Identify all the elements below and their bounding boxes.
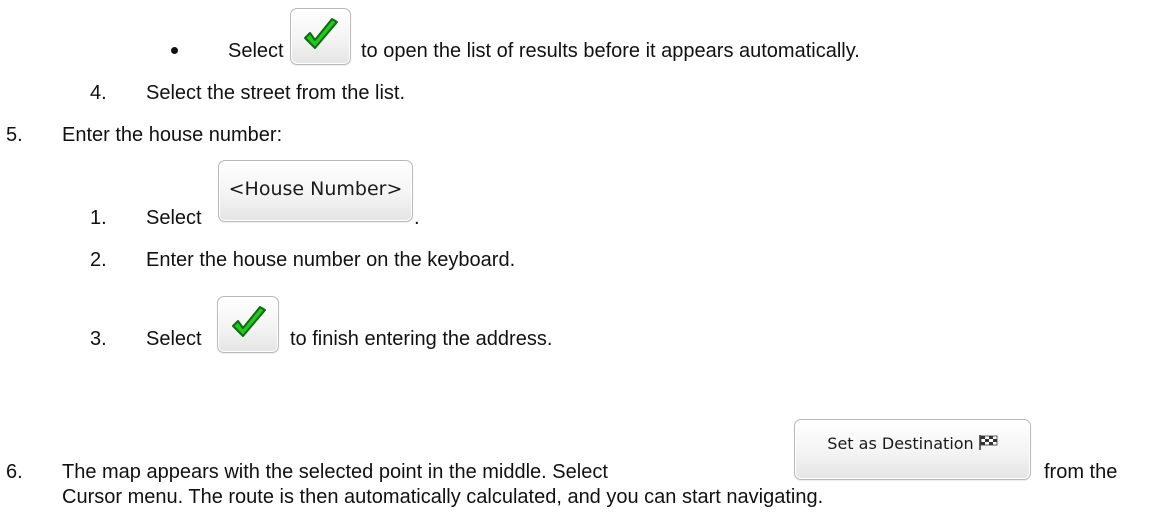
sub-3-prefix: Select <box>146 328 202 350</box>
sub-3-suffix: to finish entering the address. <box>290 328 553 350</box>
bullet-select-suffix: to open the list of results before it ap… <box>361 40 860 62</box>
step-6-line1-suffix: from the <box>1044 461 1118 483</box>
bullet-select-prefix: Select <box>228 40 284 62</box>
finish-address-button[interactable] <box>217 296 279 353</box>
step-4-number: 4. <box>90 82 107 104</box>
sub-1-suffix: . <box>414 207 420 229</box>
green-checkmark-icon <box>304 18 338 49</box>
bullet-point <box>171 47 178 54</box>
checkered-flag-icon <box>978 435 998 450</box>
step-4-text: Select the street from the list. <box>146 82 405 104</box>
set-as-destination-label-wrap: Set as Destination <box>795 434 1030 453</box>
sub-2-text: Enter the house number on the keyboard. <box>146 249 516 271</box>
house-number-button[interactable]: <House Number> <box>218 160 413 222</box>
step-6-number: 6. <box>6 461 23 483</box>
sub-1-prefix: Select <box>146 207 202 229</box>
sub-1-number: 1. <box>90 207 107 229</box>
step-6-line1-prefix: The map appears with the selected point … <box>62 461 608 483</box>
step-5-text: Enter the house number: <box>62 124 283 146</box>
green-checkmark-icon <box>232 306 266 337</box>
confirm-button[interactable] <box>290 8 351 65</box>
house-number-button-label: <House Number> <box>228 178 403 200</box>
set-as-destination-label: Set as Destination <box>827 434 974 453</box>
sub-2-number: 2. <box>90 249 107 271</box>
set-as-destination-button[interactable]: Set as Destination <box>794 419 1031 480</box>
step-5-number: 5. <box>6 124 23 146</box>
sub-3-number: 3. <box>90 328 107 350</box>
step-6-line2: Cursor menu. The route is then automatic… <box>62 486 824 508</box>
